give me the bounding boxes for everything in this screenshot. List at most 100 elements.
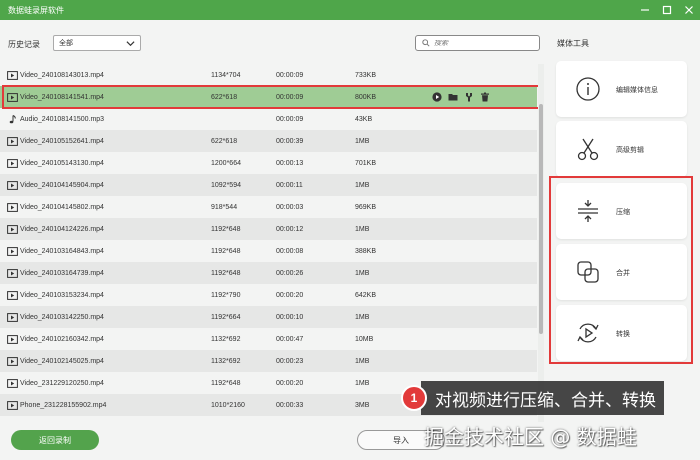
file-size: 1MB <box>355 181 370 189</box>
video-file-icon <box>7 70 18 80</box>
history-label: 历史记录 <box>8 40 40 49</box>
history-toolbar: 历史记录 全部 <box>0 20 545 62</box>
table-row[interactable]: Video_240103153234.mp4 1192*790 00:00:20 64… <box>0 284 537 306</box>
file-duration: 00:00:39 <box>276 137 304 145</box>
video-file-icon <box>7 334 18 344</box>
file-size: 1MB <box>355 225 370 233</box>
file-resolution: 1132*692 <box>211 335 241 343</box>
file-duration: 00:00:09 <box>276 115 304 123</box>
file-size: 3MB <box>355 401 370 409</box>
maximize-button[interactable] <box>656 0 678 20</box>
scrollbar-thumb[interactable] <box>539 104 543 334</box>
file-name: Audio_240108141500.mp3 <box>20 115 105 123</box>
file-name: Video_240108143013.mp4 <box>20 71 104 79</box>
media-tools-title: 媒体工具 <box>557 39 589 48</box>
folder-icon[interactable] <box>448 92 458 102</box>
file-resolution: 1192*648 <box>211 269 241 277</box>
tool-edit-media-info[interactable]: 编辑媒体信息 <box>556 61 687 117</box>
search-input[interactable] <box>434 39 534 47</box>
table-row[interactable]: Video_240103142250.mp4 1192*664 00:00:10 1M… <box>0 306 537 328</box>
file-name: Video_240104145802.mp4 <box>20 203 104 211</box>
tool-compress[interactable]: 压缩 <box>556 183 687 239</box>
file-name: Phone_231228155902.mp4 <box>20 401 107 409</box>
table-row-selected[interactable]: Video_240108141541.mp4 622*618 00:00:09 800… <box>0 86 537 108</box>
table-row[interactable]: Video_240103164739.mp4 1192*648 00:00:26 1M… <box>0 262 537 284</box>
chevron-down-icon <box>126 41 135 47</box>
window-title: 数据蛙录屏软件 <box>8 5 64 15</box>
table-row[interactable]: Video_240108143013.mp4 1134*704 00:00:09 73… <box>0 64 537 86</box>
file-duration: 00:00:09 <box>276 71 304 79</box>
file-name: Video_240108141541.mp4 <box>20 93 104 101</box>
file-size: 1MB <box>355 269 370 277</box>
search-icon <box>422 39 430 47</box>
table-row[interactable]: Video_240104145904.mp4 1092*594 00:00:11 1M… <box>0 174 537 196</box>
file-resolution: 1192*648 <box>211 379 241 387</box>
file-resolution: 1134*704 <box>211 71 241 79</box>
callout-number: 1 <box>401 385 427 411</box>
title-bar: 数据蛙录屏软件 <box>0 0 700 20</box>
file-list-scrollbar[interactable] <box>538 64 544 422</box>
file-duration: 00:00:47 <box>276 335 304 343</box>
file-name: Video_240103164739.mp4 <box>20 269 104 277</box>
file-size: 733KB <box>355 71 377 79</box>
file-name: Video_240105152641.mp4 <box>20 137 104 145</box>
file-duration: 00:00:08 <box>276 247 304 255</box>
file-duration: 00:00:09 <box>276 93 304 101</box>
play-icon[interactable] <box>432 92 442 102</box>
file-name: Video_240102145025.mp4 <box>20 357 104 365</box>
file-name: Video_240105143130.mp4 <box>20 159 104 167</box>
file-name: Video_240104124226.mp4 <box>20 225 104 233</box>
convert-icon <box>575 320 601 346</box>
file-resolution: 918*544 <box>211 203 238 211</box>
file-name: Video_240103142250.mp4 <box>20 313 104 321</box>
table-row[interactable]: Audio_240108141500.mp3 00:00:09 43KB <box>0 108 537 130</box>
file-resolution: 1132*692 <box>211 357 241 365</box>
table-row[interactable]: Video_240102145025.mp4 1132*692 00:00:23 1M… <box>0 350 537 372</box>
table-row[interactable]: Video_240104124226.mp4 1192*648 00:00:12 1M… <box>0 218 537 240</box>
tool-label: 高级剪辑 <box>616 147 644 154</box>
tool-label: 合并 <box>616 270 630 277</box>
close-button[interactable] <box>678 0 700 20</box>
file-size: 43KB <box>355 115 373 123</box>
back-to-record-button[interactable]: 返回录制 <box>11 430 99 450</box>
tool-label: 压缩 <box>616 209 630 216</box>
file-size: 388KB <box>355 247 377 255</box>
tools-icon[interactable] <box>464 92 474 102</box>
tool-convert[interactable]: 转换 <box>556 305 687 361</box>
file-size: 642KB <box>355 291 377 299</box>
minimize-button[interactable] <box>634 0 656 20</box>
file-duration: 00:00:33 <box>276 401 304 409</box>
file-resolution: 1192*664 <box>211 313 241 321</box>
video-file-icon <box>7 246 18 256</box>
file-name: Video_240103164843.mp4 <box>20 247 104 255</box>
file-resolution: 622*618 <box>211 137 238 145</box>
filter-dropdown[interactable]: 全部 <box>53 35 141 51</box>
table-row[interactable]: Video_240103164843.mp4 1192*648 00:00:08 38… <box>0 240 537 262</box>
video-file-icon <box>7 202 18 212</box>
file-duration: 00:00:10 <box>276 313 304 321</box>
compress-icon <box>575 198 601 224</box>
file-duration: 00:00:20 <box>276 379 304 387</box>
video-file-icon <box>7 92 18 102</box>
file-resolution: 622*618 <box>211 93 238 101</box>
file-resolution: 1192*790 <box>211 291 241 299</box>
file-name: Video_240102160342.mp4 <box>20 335 104 343</box>
callout-text: 对视频进行压缩、合并、转换 <box>421 381 664 415</box>
tool-label: 转换 <box>616 331 630 338</box>
file-size: 1MB <box>355 357 370 365</box>
info-icon <box>575 76 601 102</box>
watermark: 掘金技术社区 @ 数据蛙 <box>424 425 637 449</box>
tool-merge[interactable]: 合并 <box>556 244 687 300</box>
file-resolution: 1010*2160 <box>211 401 245 409</box>
table-row[interactable]: Video_240104145802.mp4 918*544 00:00:03 969… <box>0 196 537 218</box>
close-icon <box>685 6 693 14</box>
table-row[interactable]: Video_240105143130.mp4 1200*664 00:00:13 70… <box>0 152 537 174</box>
video-file-icon <box>7 136 18 146</box>
file-name: Video_240103153234.mp4 <box>20 291 104 299</box>
table-row[interactable]: Video_240105152641.mp4 622*618 00:00:39 1MB <box>0 130 537 152</box>
search-box[interactable] <box>415 35 540 51</box>
trash-icon[interactable] <box>480 92 490 102</box>
tool-advanced-trim[interactable]: 高级剪辑 <box>556 121 687 177</box>
file-resolution: 1192*648 <box>211 247 241 255</box>
table-row[interactable]: Video_240102160342.mp4 1132*692 00:00:47 10… <box>0 328 537 350</box>
